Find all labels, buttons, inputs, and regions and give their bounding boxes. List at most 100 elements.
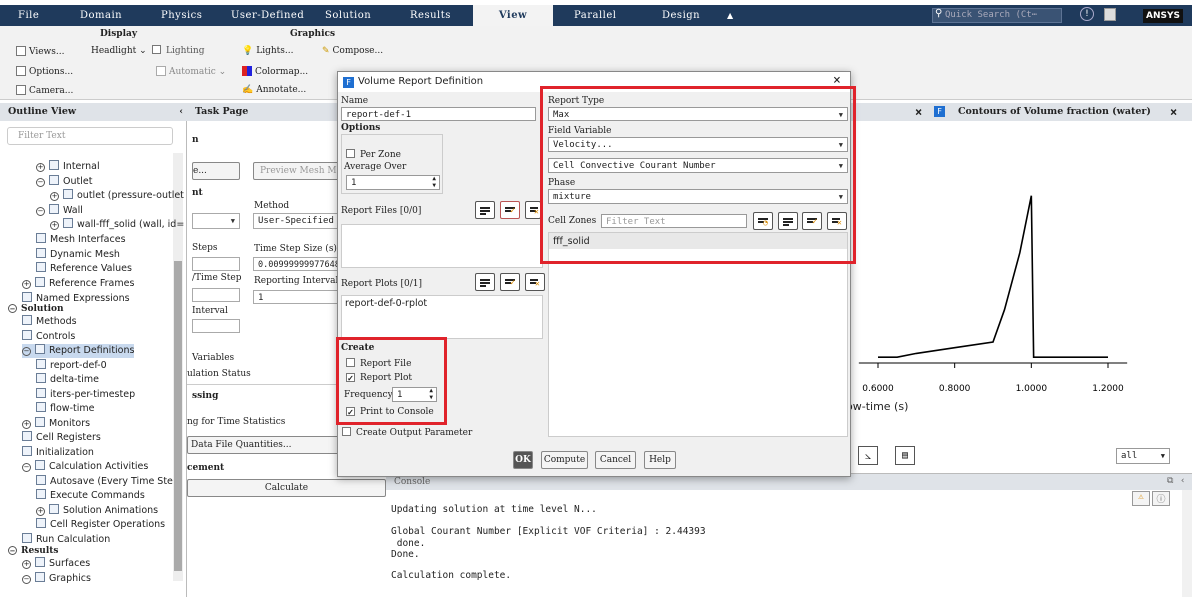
colormap-button[interactable]: Colormap... [242, 66, 308, 77]
collapse-left-icon[interactable]: ‹ [179, 103, 183, 121]
console-collapse-icon[interactable]: ‹ [1180, 476, 1185, 486]
outline-item-calculation-activities[interactable]: − Calculation Activities [22, 460, 148, 474]
outline-item-delta-time[interactable]: delta-time [36, 373, 99, 387]
select-all-plots-icon[interactable] [475, 273, 495, 291]
automatic-dropdown[interactable]: Automatic ⌄ [156, 66, 226, 77]
collapse-icon[interactable]: − [8, 546, 17, 555]
menu-view[interactable]: View [473, 5, 553, 26]
curves-icon[interactable]: ▤ [895, 446, 915, 465]
outline-item-outlet-pressure-outlet[interactable]: + outlet (pressure-outlet [50, 189, 184, 203]
menu-physics[interactable]: Physics [161, 5, 202, 26]
number-of-steps-input[interactable] [192, 257, 240, 271]
outline-item-mesh-interfaces[interactable]: Mesh Interfaces [36, 233, 126, 247]
expand-icon[interactable]: + [36, 163, 45, 172]
select-all-icon[interactable] [475, 201, 495, 219]
edit-button[interactable]: e... [192, 162, 240, 180]
outline-item-monitors[interactable]: + Monitors [22, 417, 90, 431]
graphics-tab-title[interactable]: Contours of Volume fraction (water) [958, 103, 1151, 121]
zoom-select[interactable]: all ▼ [1116, 448, 1170, 464]
lighting-checkbox[interactable]: Lighting [152, 45, 204, 56]
report-plot-item[interactable]: report-def-0-rplot [345, 298, 427, 309]
outline-item-initialization[interactable]: Initialization [22, 446, 94, 460]
expand-icon[interactable]: + [22, 420, 31, 429]
outline-item-solution-animations[interactable]: + Solution Animations [36, 504, 158, 518]
menu-domain[interactable]: Domain [80, 5, 122, 26]
calculate-button[interactable]: Calculate [187, 479, 386, 497]
outline-item-report-definitions[interactable]: − Report Definitions [22, 344, 135, 358]
camera-button[interactable]: Camera... [16, 85, 73, 96]
outline-item-reference-frames[interactable]: + Reference Frames [22, 277, 134, 291]
console-scrollbar[interactable] [1182, 490, 1192, 597]
axes-icon[interactable]: ⦣ [858, 446, 878, 465]
collapse-icon[interactable]: − [22, 575, 31, 584]
collapse-icon[interactable]: − [36, 178, 45, 187]
outline-item-methods[interactable]: Methods [22, 315, 77, 329]
help-button[interactable]: Help [644, 451, 676, 469]
outline-filter-input[interactable]: Filter Text [7, 127, 173, 145]
console-restore-icon[interactable]: ⧉ [1167, 476, 1173, 486]
expand-icon[interactable]: + [50, 192, 59, 201]
select-checked-plots-icon[interactable]: ✓ [500, 273, 520, 291]
cancel-button[interactable]: Cancel [595, 451, 636, 469]
collapse-icon[interactable]: − [8, 304, 17, 313]
outline-item-surfaces[interactable]: + Surfaces [22, 557, 90, 571]
outline-item-wall-fff-solid-wall-id[interactable]: + wall-fff_solid (wall, id= [50, 218, 184, 232]
outline-item-outlet[interactable]: − Outlet [36, 175, 92, 189]
menu-parallel[interactable]: Parallel [574, 5, 617, 26]
deselect-all-icon[interactable]: ✕ [525, 201, 541, 219]
deselect-all-plots-icon[interactable]: ✕ [525, 273, 545, 291]
annotate-button[interactable]: ✍ Annotate... [242, 85, 306, 95]
spinner-arrows-icon[interactable]: ▲ ▼ [432, 175, 436, 189]
outline-item-controls[interactable]: Controls [22, 330, 75, 344]
per-zone-checkbox[interactable]: Per Zone [346, 149, 401, 160]
compute-button[interactable]: Compute [541, 451, 588, 469]
outline-item-cell-register-operations[interactable]: Cell Register Operations [36, 518, 165, 532]
close-graphics-icon[interactable]: × [1170, 103, 1177, 121]
outline-item-execute-commands[interactable]: Execute Commands [36, 489, 145, 503]
collapse-icon[interactable]: − [36, 207, 45, 216]
compose-button[interactable]: ✎ Compose... [322, 46, 383, 56]
notes-icon[interactable] [1104, 8, 1116, 21]
name-input[interactable]: report-def-1 [341, 107, 536, 121]
outline-item-iters-per-timestep[interactable]: iters-per-timestep [36, 388, 135, 402]
menu-design[interactable]: Design [662, 5, 700, 26]
expand-icon[interactable]: + [22, 280, 31, 289]
menu-results[interactable]: Results [410, 5, 451, 26]
expand-icon[interactable]: + [22, 560, 31, 569]
outline-item-flow-time[interactable]: flow-time [36, 402, 94, 416]
create-output-parameter-checkbox[interactable]: Create Output Parameter [342, 427, 472, 438]
options-button[interactable]: Options... [16, 66, 73, 77]
info-icon[interactable]: ⓘ [1152, 491, 1170, 506]
expand-icon[interactable]: + [50, 221, 59, 230]
headlight-dropdown[interactable]: Headlight ⌄ [91, 46, 147, 56]
outline-item-graphics[interactable]: − Graphics [22, 572, 91, 586]
expand-icon[interactable]: + [36, 507, 45, 516]
close-tab-icon[interactable]: × [915, 103, 922, 121]
menu-user-defined[interactable]: User-Defined [231, 5, 304, 26]
collapse-ribbon-icon[interactable]: ▲ [727, 5, 734, 26]
outline-scroll-thumb[interactable] [174, 261, 182, 571]
outline-item-report-def-0[interactable]: report-def-0 [36, 359, 107, 373]
profile-update-interval-input[interactable] [192, 319, 240, 333]
select-checked-icon[interactable]: ✓ [500, 201, 520, 219]
views-button[interactable]: Views... [16, 46, 64, 57]
time-stepping-type-dropdown[interactable] [192, 213, 240, 229]
collapse-icon[interactable]: − [22, 463, 31, 472]
lights-button[interactable]: 💡 Lights... [242, 46, 293, 56]
iterations-per-step-input[interactable] [192, 288, 240, 302]
quick-search-input[interactable]: Quick Search (Ct⋯ [932, 8, 1062, 23]
report-files-list[interactable] [341, 224, 543, 268]
warning-icon[interactable]: ⚠ [1132, 491, 1150, 506]
outline-item-cell-registers[interactable]: Cell Registers [22, 431, 101, 445]
help-icon[interactable]: ! [1080, 7, 1094, 21]
outline-item-solution[interactable]: − Solution [8, 302, 64, 316]
outline-item-wall[interactable]: − Wall [36, 204, 83, 218]
collapse-icon[interactable]: − [22, 347, 31, 356]
average-over-spinner[interactable]: 1 ▲ ▼ [346, 175, 440, 190]
menu-solution[interactable]: Solution [325, 5, 371, 26]
outline-item-dynamic-mesh[interactable]: Dynamic Mesh [36, 248, 120, 262]
outline-item-autosave-every-time-ste[interactable]: Autosave (Every Time Ste [36, 475, 173, 489]
ok-button[interactable]: OK [513, 451, 533, 469]
outline-item-results[interactable]: − Results [8, 544, 58, 558]
outline-item-reference-values[interactable]: Reference Values [36, 262, 132, 276]
